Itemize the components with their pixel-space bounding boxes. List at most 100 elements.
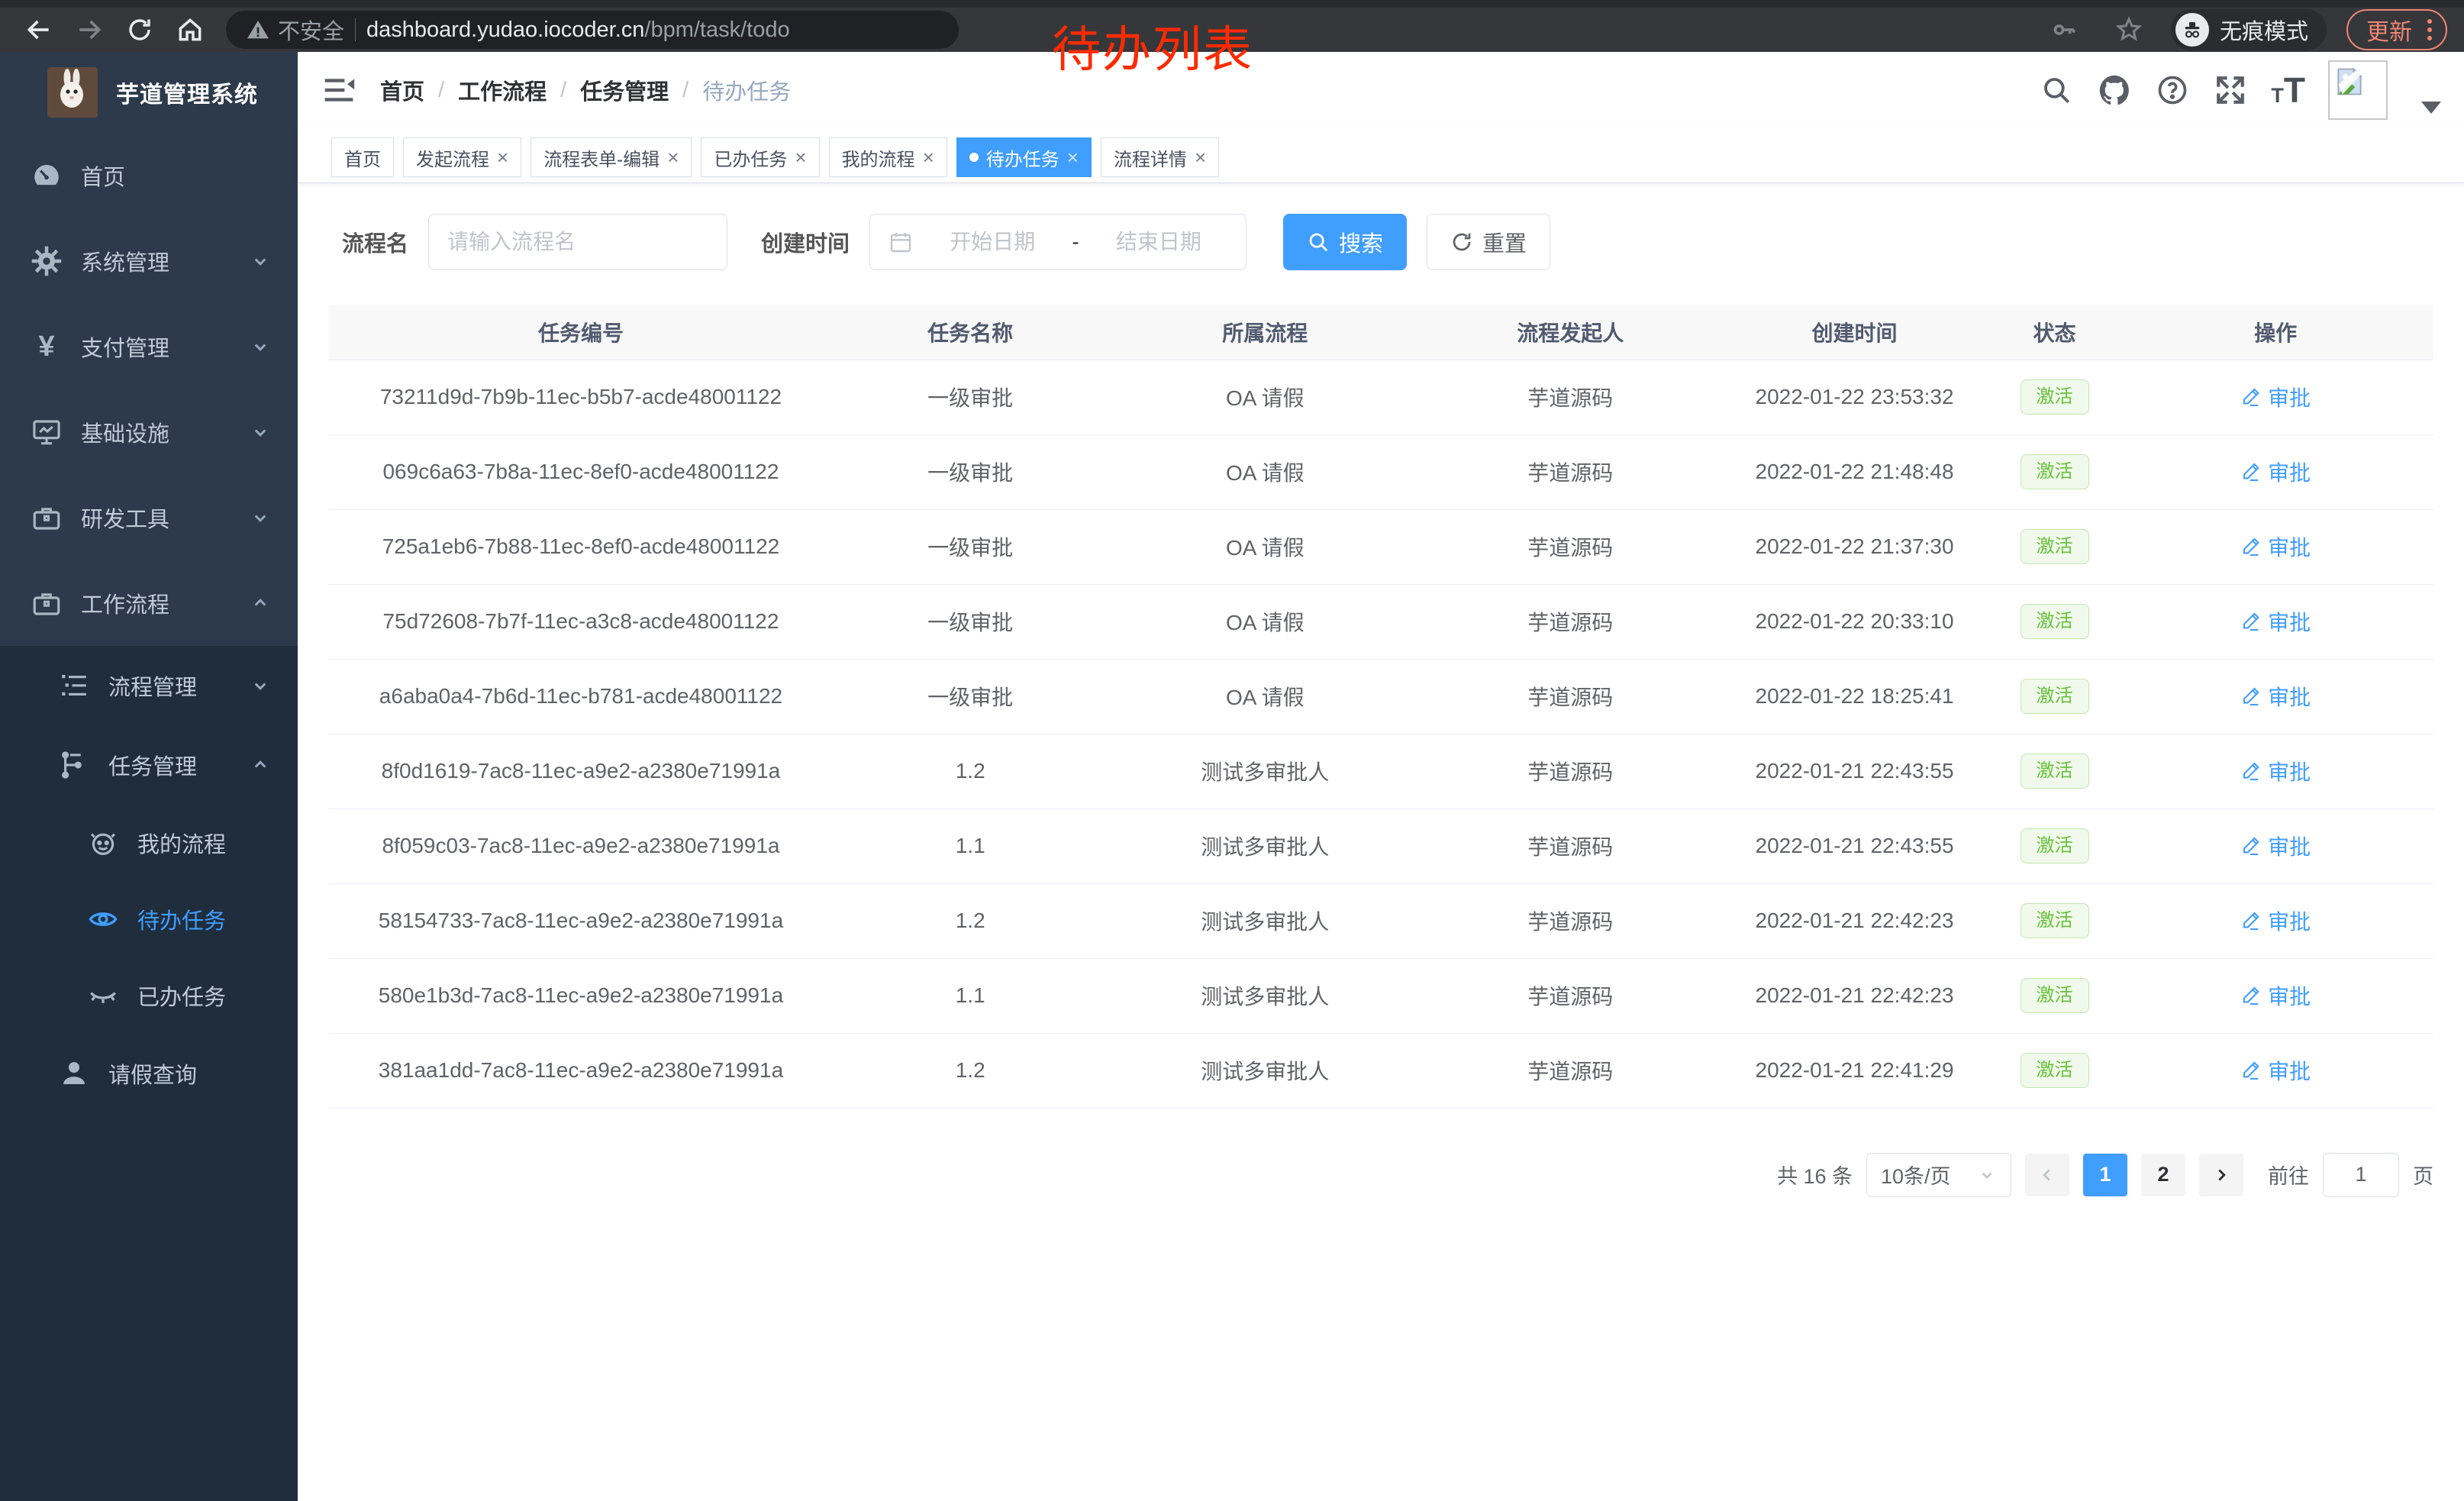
close-icon[interactable]: × bbox=[497, 147, 508, 167]
chevron-down-icon bbox=[249, 506, 272, 529]
process-name-label: 流程名 bbox=[342, 226, 408, 258]
sidebar-item-todo-tasks[interactable]: 待办任务 bbox=[0, 881, 298, 957]
sidebar-item-my-process[interactable]: 我的流程 bbox=[0, 805, 298, 881]
col-actions: 操作 bbox=[2117, 305, 2433, 360]
browser-back-icon[interactable] bbox=[17, 8, 61, 52]
edit-pen-icon bbox=[2240, 536, 2262, 557]
approve-link[interactable]: 审批 bbox=[2240, 980, 2311, 1011]
tab-done-tasks[interactable]: 已办任务× bbox=[701, 137, 819, 177]
close-icon[interactable]: × bbox=[795, 147, 806, 167]
start-date-input[interactable] bbox=[924, 230, 1061, 254]
sidebar-item-infrastructure[interactable]: 基础设施 bbox=[0, 389, 298, 475]
close-icon[interactable]: × bbox=[1067, 147, 1079, 167]
status-badge: 激活 bbox=[2021, 604, 2089, 639]
task-name-cell: 1.2 bbox=[834, 734, 1108, 809]
reset-button[interactable]: 重置 bbox=[1427, 214, 1550, 270]
gear-icon bbox=[31, 245, 63, 277]
close-icon[interactable]: × bbox=[667, 147, 679, 167]
filter-form: 流程名 创建时间 - 搜索 bbox=[328, 214, 2433, 270]
next-page-button[interactable] bbox=[2199, 1154, 2243, 1196]
edit-pen-icon bbox=[2240, 461, 2262, 483]
security-status[interactable]: 不安全 bbox=[246, 14, 344, 46]
task-name-cell: 1.2 bbox=[834, 1033, 1108, 1108]
table-row: 381aa1dd-7ac8-11ec-a9e2-a2380e71991a1.2测… bbox=[328, 1033, 2433, 1108]
approve-link[interactable]: 审批 bbox=[2240, 457, 2311, 487]
sidebar-item-done-tasks[interactable]: 已办任务 bbox=[0, 957, 298, 1034]
status-badge: 激活 bbox=[2021, 679, 2089, 714]
close-icon[interactable]: × bbox=[1195, 147, 1206, 167]
browser-forward-icon[interactable] bbox=[67, 8, 111, 52]
status-cell: 激活 bbox=[1992, 1033, 2117, 1108]
user-avatar[interactable] bbox=[2328, 60, 2388, 120]
tab-todo-tasks[interactable]: 待办任务× bbox=[956, 137, 1092, 177]
breadcrumb-home[interactable]: 首页 bbox=[380, 74, 424, 106]
bookmark-star-icon[interactable] bbox=[2107, 8, 2151, 52]
task-name-cell: 一级审批 bbox=[834, 360, 1108, 434]
close-icon[interactable]: × bbox=[923, 147, 934, 167]
sidebar-item-task-management[interactable]: 任务管理 bbox=[0, 725, 298, 805]
page-button-1[interactable]: 1 bbox=[2083, 1154, 2127, 1196]
end-date-input[interactable] bbox=[1090, 230, 1227, 254]
approve-link[interactable]: 审批 bbox=[2240, 831, 2311, 861]
font-size-icon[interactable]: TT bbox=[2271, 69, 2305, 111]
refresh-icon bbox=[1450, 231, 1473, 253]
starter-cell: 芋道源码 bbox=[1423, 584, 1717, 659]
prev-page-button[interactable] bbox=[2025, 1154, 2069, 1196]
process-cell: OA 请假 bbox=[1107, 659, 1423, 734]
goto-page-input[interactable] bbox=[2323, 1153, 2399, 1197]
process-cell: OA 请假 bbox=[1107, 584, 1423, 659]
sidebar-item-workflow[interactable]: 工作流程 bbox=[0, 560, 298, 646]
breadcrumb-workflow[interactable]: 工作流程 bbox=[458, 74, 547, 106]
date-range-separator: - bbox=[1072, 230, 1079, 254]
sidebar-item-system[interactable]: 系统管理 bbox=[0, 218, 298, 304]
approve-link[interactable]: 审批 bbox=[2240, 606, 2311, 637]
sidebar-item-dev-tools[interactable]: 研发工具 bbox=[0, 475, 298, 560]
starter-cell: 芋道源码 bbox=[1423, 1033, 1717, 1108]
caret-down-icon[interactable] bbox=[2421, 102, 2441, 114]
search-button[interactable]: 搜索 bbox=[1283, 214, 1407, 270]
help-icon[interactable] bbox=[2155, 73, 2190, 108]
password-key-icon[interactable] bbox=[2043, 8, 2087, 52]
app-logo-row[interactable]: 芋道管理系统 bbox=[0, 52, 298, 133]
table-row: 069c6a63-7b8a-11ec-8ef0-acde48001122一级审批… bbox=[328, 434, 2433, 509]
browser-home-icon[interactable] bbox=[168, 8, 212, 52]
starter-cell: 芋道源码 bbox=[1423, 883, 1717, 958]
browser-menu-icon[interactable] bbox=[2427, 19, 2432, 40]
approve-link[interactable]: 审批 bbox=[2240, 382, 2311, 412]
search-icon bbox=[1307, 231, 1330, 253]
search-icon[interactable] bbox=[2039, 73, 2074, 108]
approve-link[interactable]: 审批 bbox=[2240, 681, 2311, 712]
address-bar[interactable]: 不安全 dashboard.yudao.iocoder.cn/bpm/task/… bbox=[226, 11, 959, 49]
tab-process-form-edit[interactable]: 流程表单-编辑× bbox=[531, 137, 692, 177]
tab-home[interactable]: 首页 bbox=[331, 137, 394, 177]
github-icon[interactable] bbox=[2097, 73, 2132, 108]
fullscreen-icon[interactable] bbox=[2213, 73, 2248, 108]
sidebar-item-leave-query[interactable]: 请假查询 bbox=[0, 1034, 298, 1113]
sidebar-item-process-management[interactable]: 流程管理 bbox=[0, 646, 298, 725]
page-size-select[interactable]: 10条/页 bbox=[1866, 1153, 2011, 1197]
approve-link[interactable]: 审批 bbox=[2240, 1055, 2311, 1086]
starter-cell: 芋道源码 bbox=[1423, 360, 1717, 434]
approve-link[interactable]: 审批 bbox=[2240, 531, 2311, 562]
process-cell: OA 请假 bbox=[1107, 360, 1423, 434]
approve-link[interactable]: 审批 bbox=[2240, 905, 2311, 936]
app-title: 芋道管理系统 bbox=[116, 76, 258, 109]
browser-update-button[interactable]: 更新 bbox=[2346, 9, 2447, 50]
browser-reload-icon[interactable] bbox=[118, 8, 162, 52]
status-badge: 激活 bbox=[2021, 903, 2089, 938]
status-badge: 激活 bbox=[2021, 1053, 2089, 1088]
tab-my-process[interactable]: 我的流程× bbox=[829, 137, 947, 177]
page-button-2[interactable]: 2 bbox=[2141, 1154, 2185, 1196]
tab-start-process[interactable]: 发起流程× bbox=[403, 137, 521, 177]
tab-process-detail[interactable]: 流程详情× bbox=[1101, 137, 1219, 177]
approve-link[interactable]: 审批 bbox=[2240, 756, 2311, 786]
edit-pen-icon bbox=[2240, 910, 2262, 931]
sidebar-item-home[interactable]: 首页 bbox=[0, 133, 298, 218]
breadcrumb-task-management[interactable]: 任务管理 bbox=[580, 74, 669, 106]
calendar-icon bbox=[889, 230, 913, 254]
sidebar-toggle-icon[interactable] bbox=[322, 73, 356, 107]
sidebar-item-payment[interactable]: ¥ 支付管理 bbox=[0, 304, 298, 389]
tags-view-bar: 首页 发起流程× 流程表单-编辑× 已办任务× 我的流程× 待办任务× 流程详情… bbox=[298, 128, 2464, 183]
action-cell: 审批 bbox=[2117, 434, 2433, 509]
process-name-input[interactable] bbox=[447, 230, 708, 254]
